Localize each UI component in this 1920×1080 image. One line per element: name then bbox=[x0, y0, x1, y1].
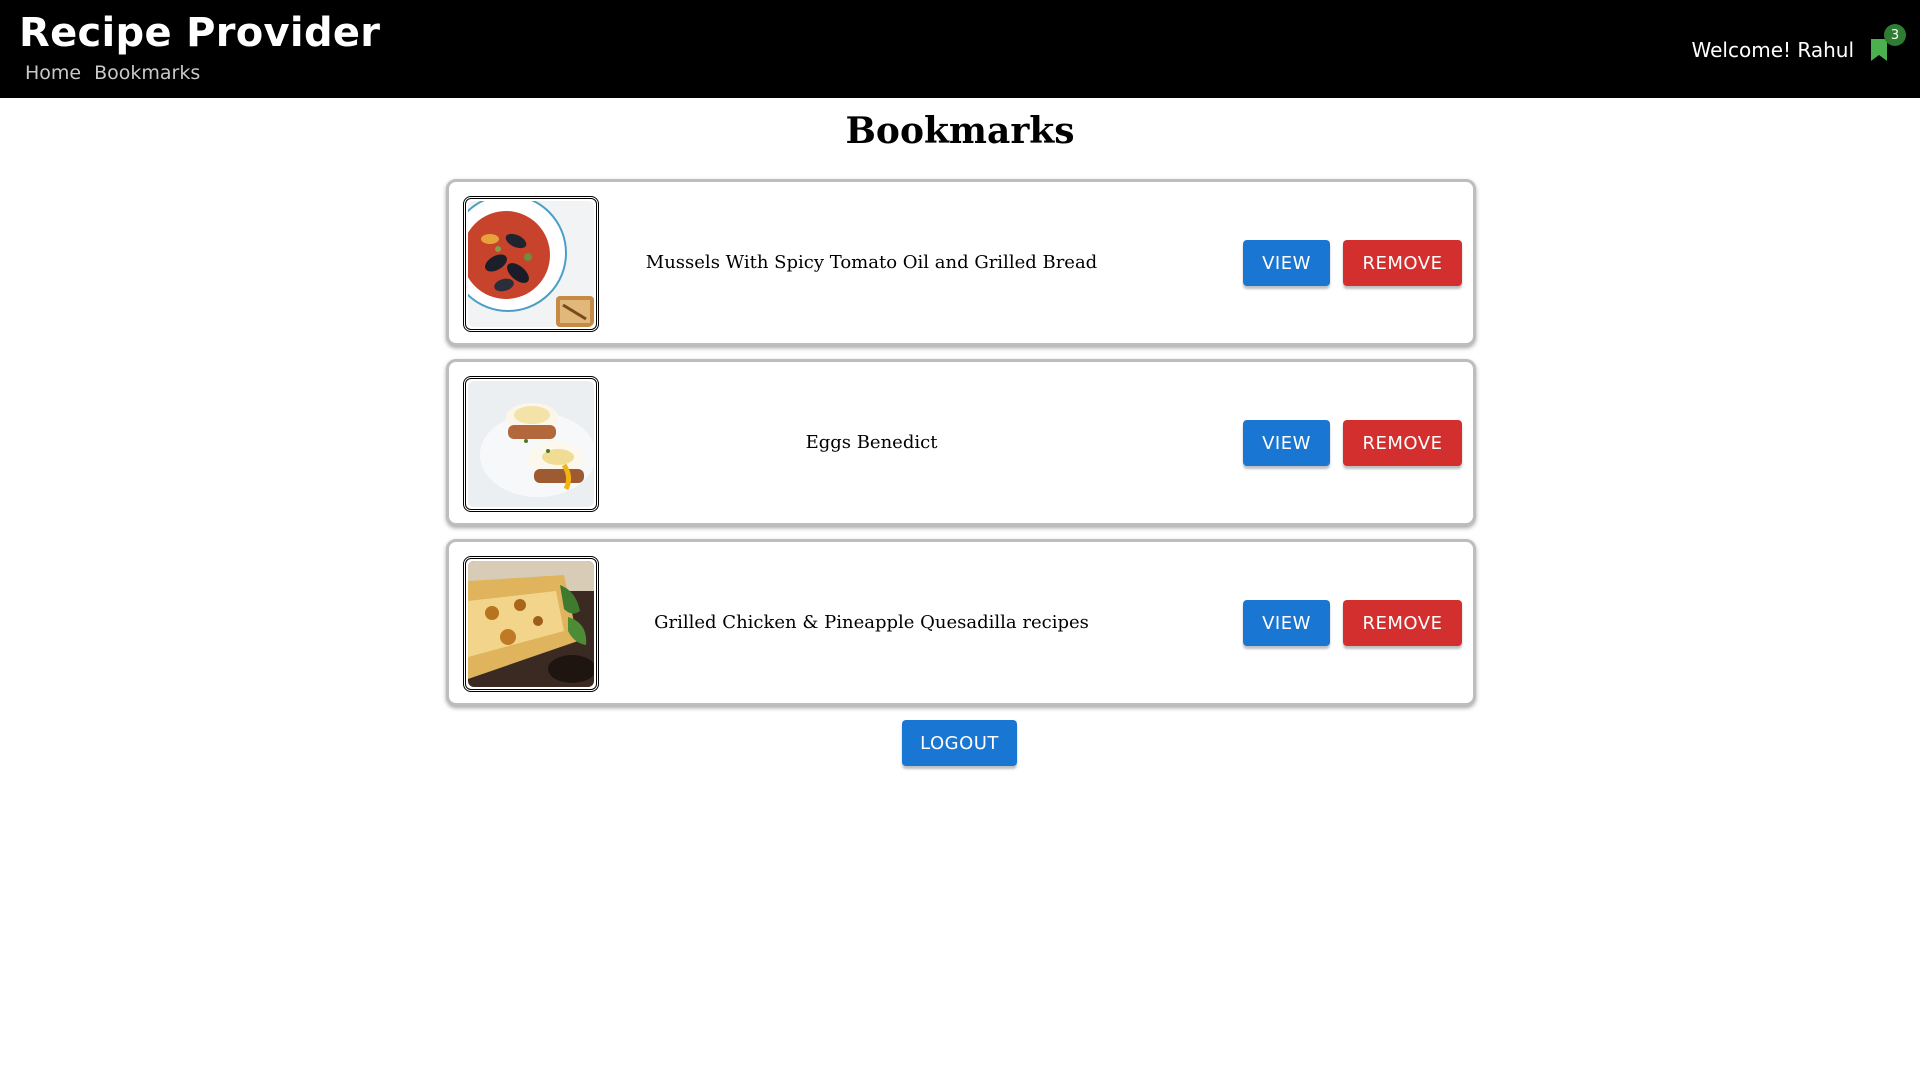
view-button[interactable]: VIEW bbox=[1243, 240, 1330, 286]
bookmark-list: Mussels With Spicy Tomato Oil and Grille… bbox=[446, 179, 1476, 719]
nav-link-bookmarks[interactable]: Bookmarks bbox=[94, 62, 200, 84]
bookmark-card: Eggs Benedict VIEW REMOVE bbox=[446, 359, 1476, 526]
recipe-thumbnail bbox=[463, 196, 599, 332]
page-title: Bookmarks bbox=[845, 110, 1075, 152]
nav-link-home[interactable]: Home bbox=[25, 62, 81, 84]
bookmark-card: Grilled Chicken & Pineapple Quesadilla r… bbox=[446, 539, 1476, 706]
bookmark-count-badge: 3 bbox=[1884, 24, 1906, 46]
eggs-benedict-image bbox=[468, 381, 594, 507]
top-navbar: Recipe Provider Home Bookmarks Welcome! … bbox=[0, 0, 1920, 98]
recipe-thumbnail bbox=[463, 376, 599, 512]
view-button[interactable]: VIEW bbox=[1243, 420, 1330, 466]
remove-button[interactable]: REMOVE bbox=[1343, 420, 1462, 466]
mussels-image bbox=[468, 201, 594, 327]
welcome-text: Welcome! Rahul bbox=[1691, 38, 1854, 62]
quesadilla-image bbox=[468, 561, 594, 687]
bookmark-card: Mussels With Spicy Tomato Oil and Grille… bbox=[446, 179, 1476, 346]
recipe-title: Eggs Benedict bbox=[805, 432, 938, 453]
nav-links: Home Bookmarks bbox=[25, 62, 200, 84]
recipe-title: Grilled Chicken & Pineapple Quesadilla r… bbox=[654, 612, 1089, 633]
remove-button[interactable]: REMOVE bbox=[1343, 600, 1462, 646]
logout-button[interactable]: LOGOUT bbox=[902, 720, 1017, 766]
view-button[interactable]: VIEW bbox=[1243, 600, 1330, 646]
recipe-title: Mussels With Spicy Tomato Oil and Grille… bbox=[645, 252, 1098, 273]
recipe-thumbnail bbox=[463, 556, 599, 692]
brand-title[interactable]: Recipe Provider bbox=[19, 10, 380, 56]
remove-button[interactable]: REMOVE bbox=[1343, 240, 1462, 286]
